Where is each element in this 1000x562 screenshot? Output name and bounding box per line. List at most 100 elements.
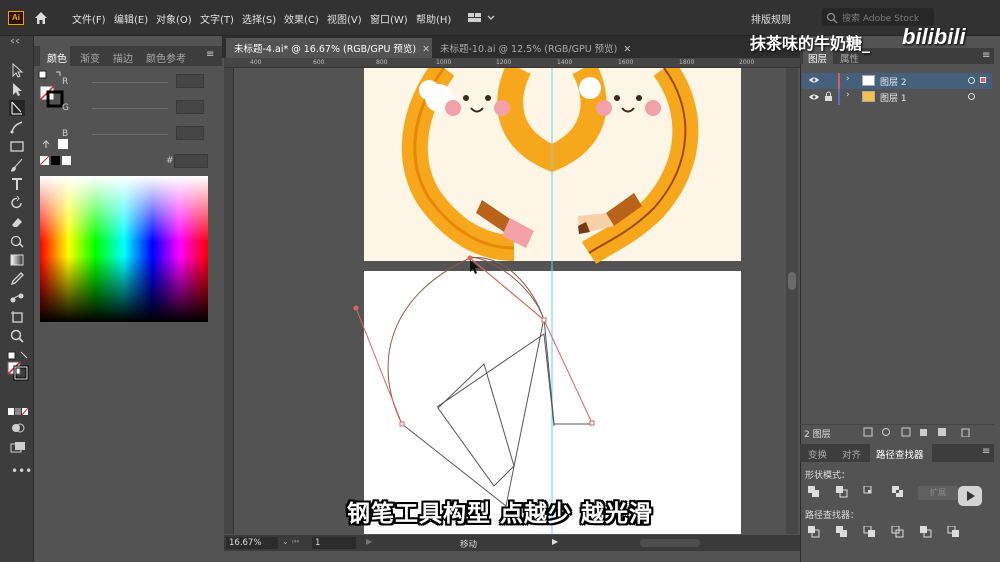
visibility-eye-icon[interactable] [808,76,820,84]
tab-align[interactable]: 对齐 [842,447,861,461]
zoom-level-field[interactable]: 16.67% [226,537,278,549]
blend-tool-icon[interactable] [9,290,25,306]
tab-pathfinder[interactable]: 路径查找器 [876,447,924,461]
fill-stroke-swatch-icon[interactable] [7,351,29,381]
target-icon[interactable] [968,77,975,84]
channel-r-label: R [62,77,69,87]
menu-edit[interactable]: 编辑(E) [114,11,148,26]
lock-icon[interactable] [824,91,833,102]
menu-object[interactable]: 对象(O) [156,11,192,26]
tab-color-guide[interactable]: 颜色参考 [146,50,186,65]
layer-actions-icons[interactable] [862,427,978,437]
expand-chevron-icon[interactable]: › [846,90,850,100]
selection-indicator[interactable] [980,77,986,83]
layer-color-bar [838,89,840,105]
document-tab[interactable]: 未标题-10.ai @ 12.5% (RGB/GPU 预览) ✕ [432,38,646,58]
eraser-tool-icon[interactable] [9,214,25,230]
bilibili-logo: bilibili [902,24,966,49]
status-menu-icon[interactable]: ▶ [552,537,558,546]
status-bar [224,535,800,551]
panel-menu-icon[interactable]: ≡ [982,446,990,457]
ruler-mark: 2000 [739,59,755,66]
color-mode-icon[interactable] [8,408,28,416]
layer-name[interactable]: 图层 1 [880,91,907,104]
workspace-label[interactable]: 排版规则 [751,11,791,26]
pathfinder-buttons[interactable] [808,526,976,540]
rectangle-tool-icon[interactable] [9,138,25,154]
panel-menu-icon[interactable]: ≡ [982,50,990,61]
channel-g-value[interactable] [176,100,204,114]
close-icon[interactable]: ✕ [422,44,430,55]
menu-view[interactable]: 视图(V) [327,11,362,26]
tab-transform[interactable]: 变换 [808,447,827,461]
gradient-tool-icon[interactable] [9,252,25,268]
right-panel-dock [800,36,1000,562]
current-tool-status[interactable]: 移动 [460,538,477,550]
document-tab-active[interactable]: 未标题-4.ai* @ 16.67% (RGB/GPU 预览) ✕ [226,38,432,58]
channel-r-slider[interactable] [92,82,168,83]
home-icon[interactable] [33,10,49,26]
draw-mode-icon[interactable] [11,423,25,433]
visibility-eye-icon[interactable] [808,93,820,101]
eyedropper-tool-icon[interactable] [9,271,25,287]
zoom-tool-icon[interactable] [9,328,25,344]
channel-r-value[interactable] [176,74,204,88]
layer-thumbnail [862,75,875,86]
hex-prefix: # [166,156,174,166]
target-icon[interactable] [968,93,975,100]
channel-g-slider[interactable] [92,108,168,109]
layers-count: 2 图层 [804,430,831,440]
next-artboard-icon[interactable]: ▶ [366,537,372,546]
tab-color[interactable]: 颜色 [47,50,67,65]
type-tool-icon[interactable] [9,176,25,192]
curvature-tool-icon[interactable] [9,119,25,135]
expand-chevron-icon[interactable]: › [846,74,850,84]
screen-mode-icon[interactable] [10,441,26,453]
selection-tool-icon[interactable] [9,62,25,78]
tab-stroke[interactable]: 描边 [113,50,133,65]
direct-selection-tool-icon[interactable] [9,81,25,97]
vertical-scrollbar[interactable] [786,68,798,534]
horizontal-ruler[interactable] [224,58,800,68]
menu-window[interactable]: 窗口(W) [370,11,408,26]
channel-b-value[interactable] [176,126,204,140]
shape-builder-tool-icon[interactable] [9,233,25,249]
menu-select[interactable]: 选择(S) [242,11,276,26]
pen-tool-icon[interactable] [9,100,25,116]
artboard-number-field[interactable]: 1 [312,537,356,549]
channel-g-label: G [62,103,69,113]
channel-b-slider[interactable] [92,134,168,135]
shape-modes-label: 形状模式： [805,471,851,481]
menu-file[interactable]: 文件(F) [72,11,106,26]
vertical-ruler[interactable] [224,68,234,534]
menu-help[interactable]: 帮助(H) [416,11,451,26]
scrollbar-thumb[interactable] [788,272,796,290]
menu-type[interactable]: 文字(T) [200,11,234,26]
layer-name[interactable]: 图层 2 [880,75,907,88]
search-icon [826,12,838,24]
out-of-gamut-icon[interactable] [42,138,72,150]
canvas[interactable] [234,68,786,534]
video-author-watermark: 抹茶味的牛奶糖_ [750,34,871,53]
color-swatches-icon[interactable] [40,156,72,166]
layer-thumbnail [862,91,875,102]
tab-gradient[interactable]: 渐变 [80,50,100,65]
panel-menu-icon[interactable]: ≡ [206,49,214,60]
artwork[interactable] [234,68,786,534]
more-tools-icon[interactable]: ••• [11,464,32,478]
first-artboard-icon[interactable]: ⏮ [292,537,299,547]
color-spectrum[interactable] [40,176,208,322]
collapse-icon[interactable] [10,38,24,44]
hex-input[interactable] [174,154,208,168]
menu-effect[interactable]: 效果(C) [284,11,319,26]
chevron-down-icon[interactable]: ⌄ [282,537,289,546]
paintbrush-tool-icon[interactable] [9,157,25,173]
ruler-mark: 800 [376,59,388,66]
close-icon[interactable]: ✕ [623,44,631,55]
workspace-switcher-icon[interactable] [468,12,498,24]
artboard-tool-icon[interactable] [9,309,25,325]
ruler-mark: 400 [250,59,262,66]
video-subtitle: 钢笔工具构型 点越少 越光滑 [346,501,653,527]
rotate-tool-icon[interactable] [9,195,25,211]
horizontal-scrollbar[interactable] [640,539,700,547]
